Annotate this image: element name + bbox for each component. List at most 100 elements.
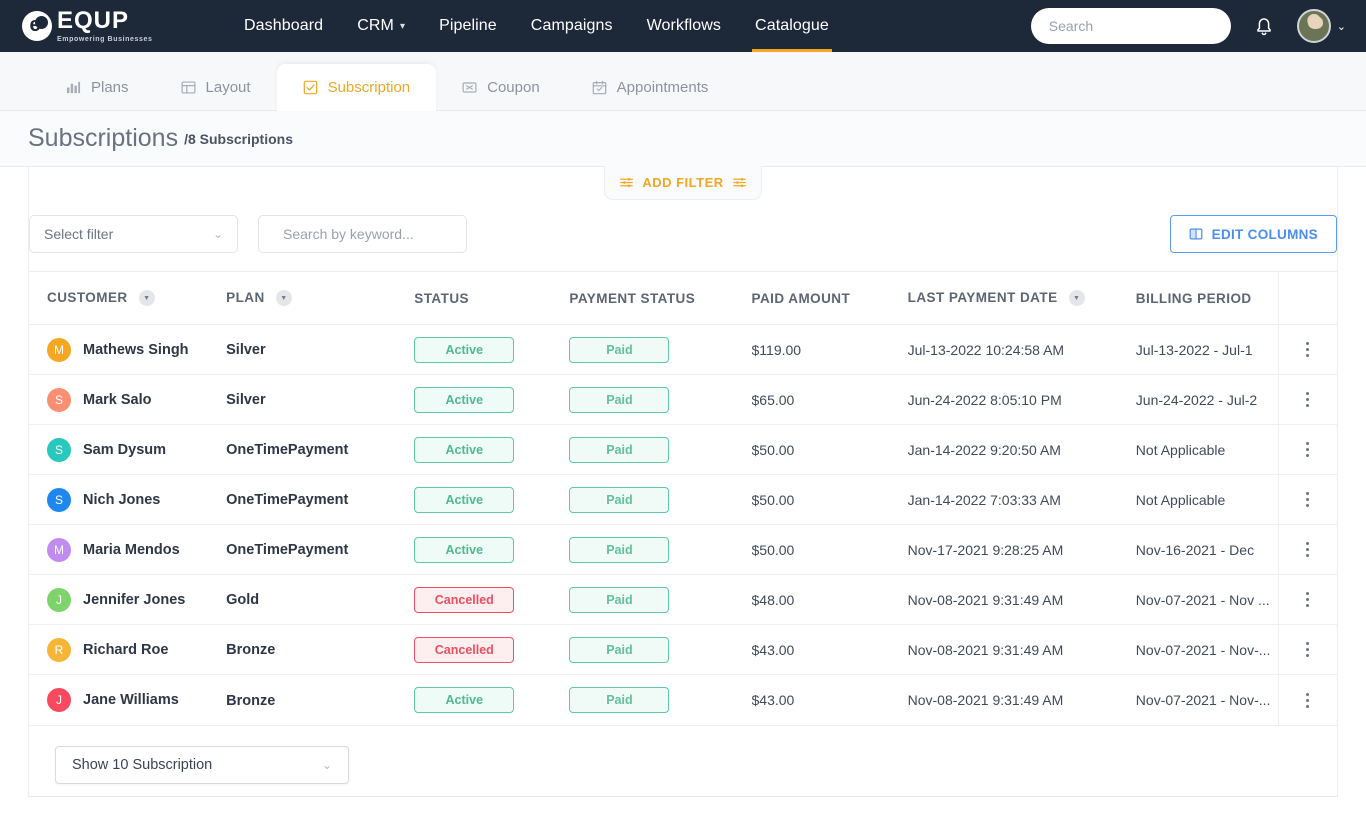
global-search[interactable] xyxy=(1030,8,1231,44)
cell-payment-status: Paid xyxy=(569,524,752,576)
payment-status-badge: Paid xyxy=(569,586,670,613)
column-label: PAID AMOUNT xyxy=(751,290,851,306)
sort-customer-icon[interactable]: ▼ xyxy=(138,290,155,307)
cell-last-payment-date: Jan-14-2022 9:20:50 AM xyxy=(907,424,1136,476)
nav-link-workflows[interactable]: Workflows xyxy=(647,0,721,52)
table-row[interactable]: M Maria Mendos OneTimePayment Active Paid $50… xyxy=(29,524,1337,576)
cell-paid-amount: $50.00 xyxy=(751,474,908,526)
cell-plan: Bronze xyxy=(226,624,415,676)
cell-plan: Silver xyxy=(226,374,415,426)
tab-label: Subscription xyxy=(327,78,411,96)
column-label: BILLING PERIOD xyxy=(1135,290,1252,306)
avatar xyxy=(1296,9,1331,43)
kebab-menu-icon[interactable] xyxy=(1279,492,1337,508)
status-badge: Active xyxy=(414,486,515,513)
cell-payment-status: Paid xyxy=(569,675,751,725)
select-filter-dropdown[interactable]: Select filter ⌄ xyxy=(29,215,238,253)
sort-plan-icon[interactable]: ▼ xyxy=(275,290,292,307)
table-row[interactable]: J Jennifer Jones Gold Cancelled Paid $48.00 No… xyxy=(29,574,1337,626)
plan-name: Gold xyxy=(226,592,260,609)
cell-paid-amount: $48.00 xyxy=(751,574,908,626)
payment-status-badge: Paid xyxy=(569,336,670,363)
top-navigation-bar: e EQUP Empowering Businesses Dashboard C… xyxy=(0,0,1366,52)
layout-icon xyxy=(181,80,196,94)
select-filter-label: Select filter xyxy=(44,226,114,242)
cell-plan: OneTimePayment xyxy=(226,524,415,576)
table-row[interactable]: J Jane Williams Bronze Active Paid $43.00 Nov-… xyxy=(29,675,1337,725)
table-row[interactable]: S Nich Jones OneTimePayment Active Paid $50.0… xyxy=(29,474,1337,526)
keyword-search-box[interactable] xyxy=(258,215,467,253)
nav-link-label: Pipeline xyxy=(439,17,497,34)
table-row[interactable]: S Sam Dysum OneTimePayment Active Paid $50.00… xyxy=(29,424,1337,476)
customer-name: Jennifer Jones xyxy=(83,591,186,608)
page-size-label: Show 10 Subscription xyxy=(72,756,213,773)
column-header-status: STATUS xyxy=(414,272,570,326)
nav-link-pipeline[interactable]: Pipeline xyxy=(439,0,497,52)
tab-layout[interactable]: Layout xyxy=(155,64,277,110)
status-badge: Cancelled xyxy=(414,586,515,613)
column-header-customer: CUSTOMER ▼ xyxy=(29,272,227,326)
chevron-down-icon: ▾ xyxy=(399,20,406,32)
bell-icon[interactable] xyxy=(1253,14,1275,38)
table-row[interactable]: S Mark Salo Silver Active Paid $65.00 Jun-24-2… xyxy=(29,374,1337,426)
tab-appointments[interactable]: Appointments xyxy=(566,64,735,110)
search-input[interactable] xyxy=(1048,18,1230,34)
cell-paid-amount: $50.00 xyxy=(751,524,908,576)
status-badge: Active xyxy=(414,536,515,563)
table-row[interactable]: M Mathews Singh Silver Active Paid $119.00 Jul… xyxy=(29,324,1337,376)
cell-customer: R Richard Roe xyxy=(29,624,227,676)
cell-billing-period: Not Applicable xyxy=(1135,474,1279,526)
column-header-plan: PLAN ▼ xyxy=(226,272,415,326)
kebab-menu-icon[interactable] xyxy=(1279,692,1337,708)
kebab-menu-icon[interactable] xyxy=(1279,642,1337,658)
cell-payment-status: Paid xyxy=(569,574,752,626)
tab-subscription[interactable]: Subscription xyxy=(276,64,437,111)
cell-last-payment-date: Nov-17-2021 9:28:25 AM xyxy=(907,524,1136,576)
cell-billing-period: Nov-07-2021 - Nov ... xyxy=(1135,574,1279,626)
nav-right-cluster: ⌄ xyxy=(1030,8,1346,44)
cell-paid-amount: $119.00 xyxy=(751,324,908,376)
column-label: STATUS xyxy=(414,290,469,306)
kebab-menu-icon[interactable] xyxy=(1279,592,1337,608)
kebab-menu-icon[interactable] xyxy=(1279,342,1337,358)
subscriptions-table: CUSTOMER ▼ PLAN ▼ STATUS PAYMENT STATUS xyxy=(29,272,1337,725)
column-header-paid-amount: PAID AMOUNT xyxy=(751,272,908,326)
avatar-initial: R xyxy=(47,637,71,662)
page-size-dropdown[interactable]: Show 10 Subscription ⌄ xyxy=(55,745,349,784)
cell-payment-status: Paid xyxy=(569,374,752,426)
chevron-down-icon: ⌄ xyxy=(1336,20,1346,33)
cell-last-payment-date: Jul-13-2022 10:24:58 AM xyxy=(907,324,1136,376)
nav-link-dashboard[interactable]: Dashboard xyxy=(244,0,323,52)
add-filter-wrapper: ADD FILTER xyxy=(29,166,1337,200)
nav-link-campaigns[interactable]: Campaigns xyxy=(531,0,613,52)
sliders-icon xyxy=(620,177,634,188)
user-menu[interactable]: ⌄ xyxy=(1296,9,1346,43)
cell-plan: Gold xyxy=(226,574,415,626)
cell-plan: OneTimePayment xyxy=(226,474,415,526)
tab-plans[interactable]: Plans xyxy=(40,64,155,110)
sort-last-payment-date-icon[interactable]: ▼ xyxy=(1068,290,1085,307)
kebab-menu-icon[interactable] xyxy=(1279,542,1337,558)
plan-name: Silver xyxy=(226,392,266,409)
add-filter-button[interactable]: ADD FILTER xyxy=(604,166,762,200)
nav-link-catalogue[interactable]: Catalogue xyxy=(752,0,832,52)
cell-billing-period: Nov-07-2021 - Nov-... xyxy=(1135,692,1271,709)
table-row[interactable]: R Richard Roe Bronze Cancelled Paid $43.00 Nov… xyxy=(29,624,1337,676)
tab-coupon[interactable]: Coupon xyxy=(436,64,566,110)
cell-status: Active xyxy=(414,324,570,376)
customer-name: Nich Jones xyxy=(83,491,161,508)
kebab-menu-icon[interactable] xyxy=(1279,442,1337,458)
tab-label: Plans xyxy=(91,78,129,96)
edit-columns-button[interactable]: EDIT COLUMNS xyxy=(1169,215,1337,253)
keyword-search-input[interactable] xyxy=(283,226,464,242)
plan-name: Bronze xyxy=(226,642,276,659)
nav-link-label: Catalogue xyxy=(755,17,829,34)
kebab-menu-icon[interactable] xyxy=(1279,392,1337,408)
nav-link-crm[interactable]: CRM ▾ xyxy=(357,0,405,52)
page-subtitle-count: /8 Subscriptions xyxy=(184,130,293,147)
cell-billing-period: Nov-16-2021 - Dec xyxy=(1135,524,1279,576)
cell-actions xyxy=(1278,574,1337,626)
brand-logo[interactable]: e EQUP Empowering Businesses xyxy=(22,9,222,43)
column-header-billing-period: BILLING PERIOD xyxy=(1135,272,1279,326)
subscriptions-card: ADD FILTER Select filter ⌄ EDIT C xyxy=(28,166,1338,797)
